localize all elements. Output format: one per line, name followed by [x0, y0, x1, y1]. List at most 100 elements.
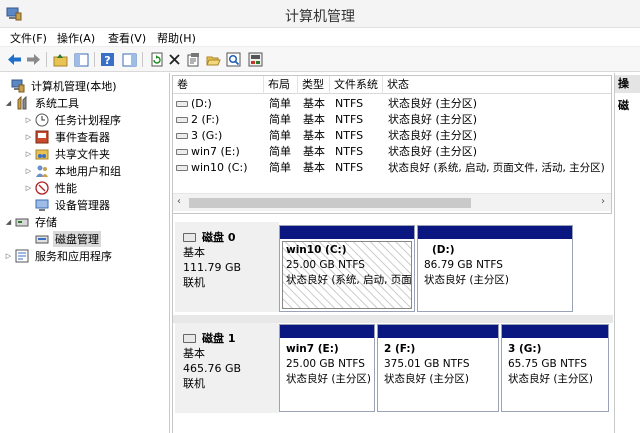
- menu-file[interactable]: 文件(F): [10, 30, 47, 46]
- settings-icon[interactable]: [185, 51, 202, 68]
- tree-item-disk-management[interactable]: 磁盘管理: [33, 230, 170, 247]
- volume-name: win7 (E:): [191, 145, 240, 158]
- tree-item-performance[interactable]: ▷ 性能: [24, 179, 194, 196]
- disk-properties-icon[interactable]: [247, 51, 264, 68]
- horizontal-scrollbar[interactable]: ‹ ›: [173, 193, 611, 211]
- volume-icon: [176, 149, 188, 155]
- volume-list-header: 卷 布局 类型 文件系统 状态: [173, 76, 611, 94]
- search-icon[interactable]: [225, 51, 242, 68]
- partition-body: win7 (E:) 25.00 GB NTFS 状态良好 (主分区): [280, 338, 374, 387]
- partition-d[interactable]: (D:) 86.79 GB NTFS 状态良好 (主分区): [417, 225, 573, 312]
- column-header-status[interactable]: 状态: [383, 76, 611, 94]
- tree-label: 性能: [55, 181, 77, 195]
- partition-size: 65.75 GB NTFS: [508, 358, 587, 370]
- expand-arrow-icon[interactable]: ▷: [24, 150, 33, 158]
- scrollbar-thumb[interactable]: [189, 198, 471, 208]
- partition-e[interactable]: win7 (E:) 25.00 GB NTFS 状态良好 (主分区): [279, 324, 375, 412]
- scroll-right-arrow-icon[interactable]: ›: [601, 196, 605, 207]
- volume-filesystem: NTFS: [335, 113, 364, 126]
- partition-body: win10 (C:) 25.00 GB NTFS 状态良好 (系统, 启动, 页…: [280, 239, 414, 288]
- volume-row[interactable]: 2 (F:) 简单 基本 NTFS 状态良好 (主分区): [173, 112, 611, 128]
- column-header-layout[interactable]: 布局: [264, 76, 298, 94]
- column-header-volume[interactable]: 卷: [173, 76, 264, 94]
- volume-filesystem: NTFS: [335, 161, 364, 174]
- toolbar-separator: [46, 52, 47, 67]
- tree-item-system-tools[interactable]: ◢ 系统工具: [4, 94, 174, 111]
- tree-label: 任务计划程序: [55, 113, 121, 127]
- partition-bar: [418, 226, 572, 239]
- volume-row[interactable]: 3 (G:) 简单 基本 NTFS 状态良好 (主分区): [173, 128, 611, 144]
- toolbar: ?: [0, 47, 640, 72]
- disk-size: 465.76 GB: [183, 362, 242, 375]
- volume-layout: 简单: [269, 129, 291, 142]
- partition-body: 2 (F:) 375.01 GB NTFS 状态良好 (主分区): [378, 338, 498, 387]
- partition-status: 状态良好 (系统, 启动, 页面: [286, 274, 412, 286]
- up-folder-icon[interactable]: [52, 51, 69, 68]
- tree-item-event-viewer[interactable]: ▷ 事件查看器: [24, 128, 194, 145]
- toolbar-separator: [142, 52, 143, 67]
- tree-label: 存储: [35, 215, 57, 229]
- menu-help[interactable]: 帮助(H): [157, 30, 196, 46]
- tree-label: 服务和应用程序: [35, 249, 112, 263]
- help-icon[interactable]: ?: [99, 51, 116, 68]
- tree-label: 系统工具: [35, 96, 79, 110]
- tree-label: 设备管理器: [55, 198, 110, 212]
- menu-view[interactable]: 查看(V): [108, 30, 146, 46]
- disk-info[interactable]: 磁盘 1 基本 465.76 GB 联机: [175, 323, 279, 413]
- volume-filesystem: NTFS: [335, 145, 364, 158]
- volume-layout: 简单: [269, 145, 291, 158]
- volume-row[interactable]: win7 (E:) 简单 基本 NTFS 状态良好 (主分区): [173, 144, 611, 160]
- expand-arrow-icon[interactable]: ▷: [24, 116, 33, 124]
- volume-row[interactable]: (D:) 简单 基本 NTFS 状态良好 (主分区): [173, 96, 611, 112]
- disk-name: 磁盘 0: [202, 231, 236, 244]
- column-header-type[interactable]: 类型: [298, 76, 330, 94]
- volume-name: 3 (G:): [191, 129, 223, 142]
- disk-icon: [183, 233, 196, 242]
- volume-icon: [176, 117, 188, 123]
- tree-item-storage[interactable]: ◢ 存储: [4, 213, 174, 230]
- expand-arrow-icon[interactable]: ▷: [4, 252, 13, 260]
- device-manager-icon: [35, 198, 49, 212]
- menu-action[interactable]: 操作(A): [57, 30, 95, 46]
- disk-icon: [183, 334, 196, 343]
- partition-status: 状态良好 (主分区): [508, 373, 594, 385]
- window-title: 计算机管理: [285, 9, 355, 25]
- delete-icon[interactable]: [166, 51, 183, 68]
- disk-state: 联机: [183, 377, 205, 390]
- menu-bar: 文件(F) 操作(A) 查看(V) 帮助(H): [0, 28, 640, 47]
- volume-status: 状态良好 (主分区): [388, 97, 478, 110]
- volume-icon: [176, 133, 188, 139]
- tree-item-local-users[interactable]: ▷ 本地用户和组: [24, 162, 194, 179]
- disk-info[interactable]: 磁盘 0 基本 111.79 GB 联机: [175, 222, 279, 312]
- tree-item-task-scheduler[interactable]: ▷ 任务计划程序: [24, 111, 194, 128]
- show-tree-icon[interactable]: [73, 51, 90, 68]
- scroll-left-arrow-icon[interactable]: ‹: [177, 196, 181, 207]
- column-header-filesystem[interactable]: 文件系统: [330, 76, 383, 94]
- refresh-icon[interactable]: [148, 51, 165, 68]
- expand-arrow-icon[interactable]: ▷: [24, 133, 33, 141]
- partition-name: 3 (G:): [508, 343, 542, 355]
- forward-arrow-icon[interactable]: [25, 51, 42, 68]
- tree-item-computer-management[interactable]: 计算机管理(本地): [0, 77, 170, 94]
- volume-row[interactable]: win10 (C:) 简单 基本 NTFS 状态良好 (系统, 启动, 页面文件…: [173, 160, 611, 176]
- expand-arrow-icon[interactable]: ▷: [24, 184, 33, 192]
- partition-status: 状态良好 (主分区): [384, 373, 470, 385]
- storage-icon: [15, 215, 29, 229]
- collapse-arrow-icon[interactable]: ◢: [4, 99, 13, 107]
- volume-icon: [176, 165, 188, 171]
- partition-f[interactable]: 2 (F:) 375.01 GB NTFS 状态良好 (主分区): [377, 324, 499, 412]
- volume-status: 状态良好 (主分区): [388, 129, 478, 142]
- partition-c[interactable]: win10 (C:) 25.00 GB NTFS 状态良好 (系统, 启动, 页…: [279, 225, 415, 312]
- tree-item-shared-folders[interactable]: ▷ 共享文件夹: [24, 145, 194, 162]
- properties-icon[interactable]: [121, 51, 138, 68]
- partition-g[interactable]: 3 (G:) 65.75 GB NTFS 状态良好 (主分区): [501, 324, 609, 412]
- volume-filesystem: NTFS: [335, 129, 364, 142]
- actions-subheader[interactable]: 磁: [618, 97, 640, 113]
- performance-icon: [35, 180, 49, 195]
- volume-type: 基本: [303, 145, 325, 158]
- open-icon[interactable]: [205, 51, 222, 68]
- back-arrow-icon[interactable]: [6, 51, 23, 68]
- tree-item-services[interactable]: ▷ 服务和应用程序: [4, 247, 174, 264]
- expand-arrow-icon[interactable]: ▷: [24, 167, 33, 175]
- collapse-arrow-icon[interactable]: ◢: [4, 218, 13, 226]
